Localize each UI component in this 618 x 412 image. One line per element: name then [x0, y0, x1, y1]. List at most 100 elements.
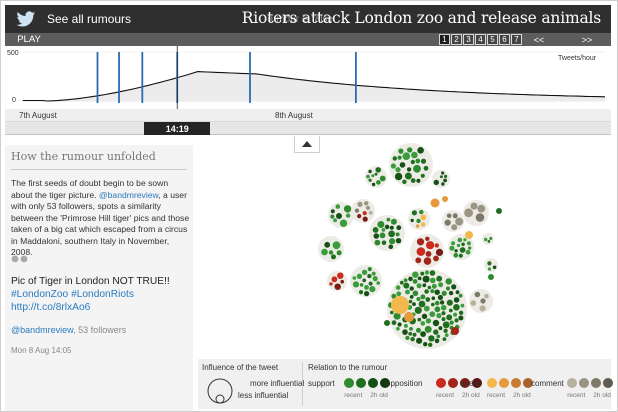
- tweet-bubble[interactable]: [423, 342, 428, 347]
- tweet-bubble[interactable]: [425, 297, 431, 302]
- tweet-bubble[interactable]: [389, 238, 396, 245]
- tweet-bubble[interactable]: [384, 320, 390, 326]
- tweet-bubble[interactable]: [408, 331, 413, 336]
- tweet-bubble[interactable]: [403, 282, 410, 289]
- tweet-bubble[interactable]: [416, 337, 423, 344]
- tweet-bubble[interactable]: [398, 148, 404, 154]
- tweet-bubble[interactable]: [428, 342, 433, 347]
- tweet-url-link[interactable]: http://t.co/8rlxAo6: [11, 302, 90, 313]
- tweet-bubble[interactable]: [410, 218, 414, 223]
- tweet-bubble[interactable]: [425, 251, 432, 257]
- tweet-bubble[interactable]: [470, 300, 477, 306]
- tweet-bubble[interactable]: [423, 257, 432, 265]
- tweet-bubble[interactable]: [374, 172, 378, 176]
- tweet-bubble[interactable]: [381, 228, 386, 232]
- tweet-bubble[interactable]: [434, 243, 439, 248]
- tweet-bubble[interactable]: [420, 214, 427, 221]
- hashtag-londonzoo-link[interactable]: #LondonZoo: [11, 289, 68, 300]
- tweet-bubble[interactable]: [446, 299, 453, 306]
- tweet-bubble[interactable]: [460, 303, 465, 308]
- tweet-bubble[interactable]: [430, 289, 435, 294]
- timeline-scrollbar[interactable]: [5, 122, 611, 135]
- tweet-bubble-cluster[interactable]: [301, 141, 511, 359]
- tweet-bubble[interactable]: [422, 283, 427, 288]
- tweet-bubble[interactable]: [395, 167, 401, 173]
- tweet-bubble[interactable]: [442, 196, 448, 202]
- tweet-bubble[interactable]: [337, 272, 344, 279]
- tweet-bubble[interactable]: [416, 178, 421, 183]
- page-button-1[interactable]: 1: [439, 34, 450, 45]
- tweet-bubble[interactable]: [455, 290, 460, 295]
- tweet-bubble[interactable]: [416, 283, 422, 289]
- tweet-bubble[interactable]: [461, 242, 465, 247]
- tweet-bubble[interactable]: [446, 213, 452, 219]
- cluster-support-top[interactable]: [389, 143, 433, 187]
- tweet-bubble[interactable]: [334, 283, 341, 290]
- tweet-bubble[interactable]: [474, 291, 481, 298]
- tweet-bubble[interactable]: [458, 293, 463, 298]
- tweet-bubble[interactable]: [379, 232, 386, 239]
- tweet-bubble[interactable]: [454, 249, 458, 253]
- tweet-bubble[interactable]: [354, 208, 360, 213]
- tweet-bubble[interactable]: [441, 171, 445, 175]
- tweet-bubble[interactable]: [375, 167, 381, 173]
- tweet-bubble[interactable]: [431, 302, 435, 307]
- tweet-bubble[interactable]: [430, 198, 440, 208]
- tweet-bubble[interactable]: [388, 230, 395, 238]
- tweet-bubble[interactable]: [448, 308, 453, 313]
- tweet-bubble[interactable]: [442, 337, 447, 341]
- tweet-bubble[interactable]: [438, 326, 443, 331]
- tweet-bubble[interactable]: [410, 159, 415, 165]
- tweet-bubble[interactable]: [448, 290, 454, 296]
- tweet-bubble[interactable]: [487, 261, 492, 266]
- page-button-6[interactable]: 6: [499, 34, 510, 45]
- tweet-bubble[interactable]: [376, 180, 381, 185]
- tweet-bubble[interactable]: [439, 175, 443, 179]
- tweet-bubble[interactable]: [329, 282, 333, 286]
- tweet-bubble[interactable]: [444, 219, 451, 226]
- tweet-bubble[interactable]: [420, 294, 426, 300]
- time-scrubber-handle[interactable]: 14:19: [144, 122, 211, 135]
- tweet-bubble[interactable]: [410, 178, 416, 183]
- tweet-bubble[interactable]: [432, 319, 440, 327]
- tweet-bubble[interactable]: [404, 312, 414, 322]
- tweet-bubble[interactable]: [412, 271, 419, 278]
- tweet-bubble[interactable]: [399, 280, 404, 285]
- tweet-bubble[interactable]: [422, 275, 430, 283]
- tweet-bubble[interactable]: [442, 321, 450, 329]
- tweet-bubble[interactable]: [492, 265, 497, 270]
- tweet-bubble[interactable]: [456, 243, 461, 248]
- tweet-bubble[interactable]: [431, 283, 437, 289]
- tweet-bubble[interactable]: [445, 278, 452, 285]
- tweet-bubble[interactable]: [407, 147, 413, 153]
- tweet-bubble[interactable]: [423, 305, 430, 312]
- tweet-bubble[interactable]: [415, 257, 422, 264]
- tweet-bubble[interactable]: [479, 305, 486, 312]
- tweet-bubble[interactable]: [433, 179, 439, 186]
- tweet-bubble[interactable]: [403, 323, 408, 328]
- tweet-bubble[interactable]: [392, 156, 397, 161]
- tweet-bubble[interactable]: [364, 285, 369, 290]
- tweet-bubble[interactable]: [381, 240, 387, 245]
- tweet-bubble[interactable]: [458, 310, 464, 315]
- tweet-bubble[interactable]: [356, 273, 363, 279]
- tweet-bubble[interactable]: [417, 147, 424, 154]
- tweet-bubble[interactable]: [343, 205, 352, 213]
- tweet-bubble[interactable]: [371, 271, 376, 276]
- tweet-bubble[interactable]: [434, 306, 441, 313]
- tweet-bubble[interactable]: [434, 338, 440, 344]
- tweet-bubble[interactable]: [436, 313, 442, 319]
- tweet-bubble[interactable]: [453, 253, 459, 258]
- tweet-bubble[interactable]: [496, 208, 502, 214]
- tweet-bubble[interactable]: [389, 225, 394, 230]
- tweet-bubble[interactable]: [468, 246, 472, 250]
- tweet-bubble[interactable]: [397, 322, 402, 327]
- tweet-bubble[interactable]: [466, 241, 471, 246]
- tweet-bubble[interactable]: [452, 213, 458, 219]
- tweet-bubble[interactable]: [394, 172, 403, 181]
- tweet-bubble[interactable]: [324, 241, 331, 248]
- tweet-bubble[interactable]: [358, 290, 364, 295]
- tweet-bubble[interactable]: [409, 286, 414, 291]
- tweet-bubble[interactable]: [425, 236, 430, 241]
- tweet-bubble[interactable]: [444, 174, 448, 178]
